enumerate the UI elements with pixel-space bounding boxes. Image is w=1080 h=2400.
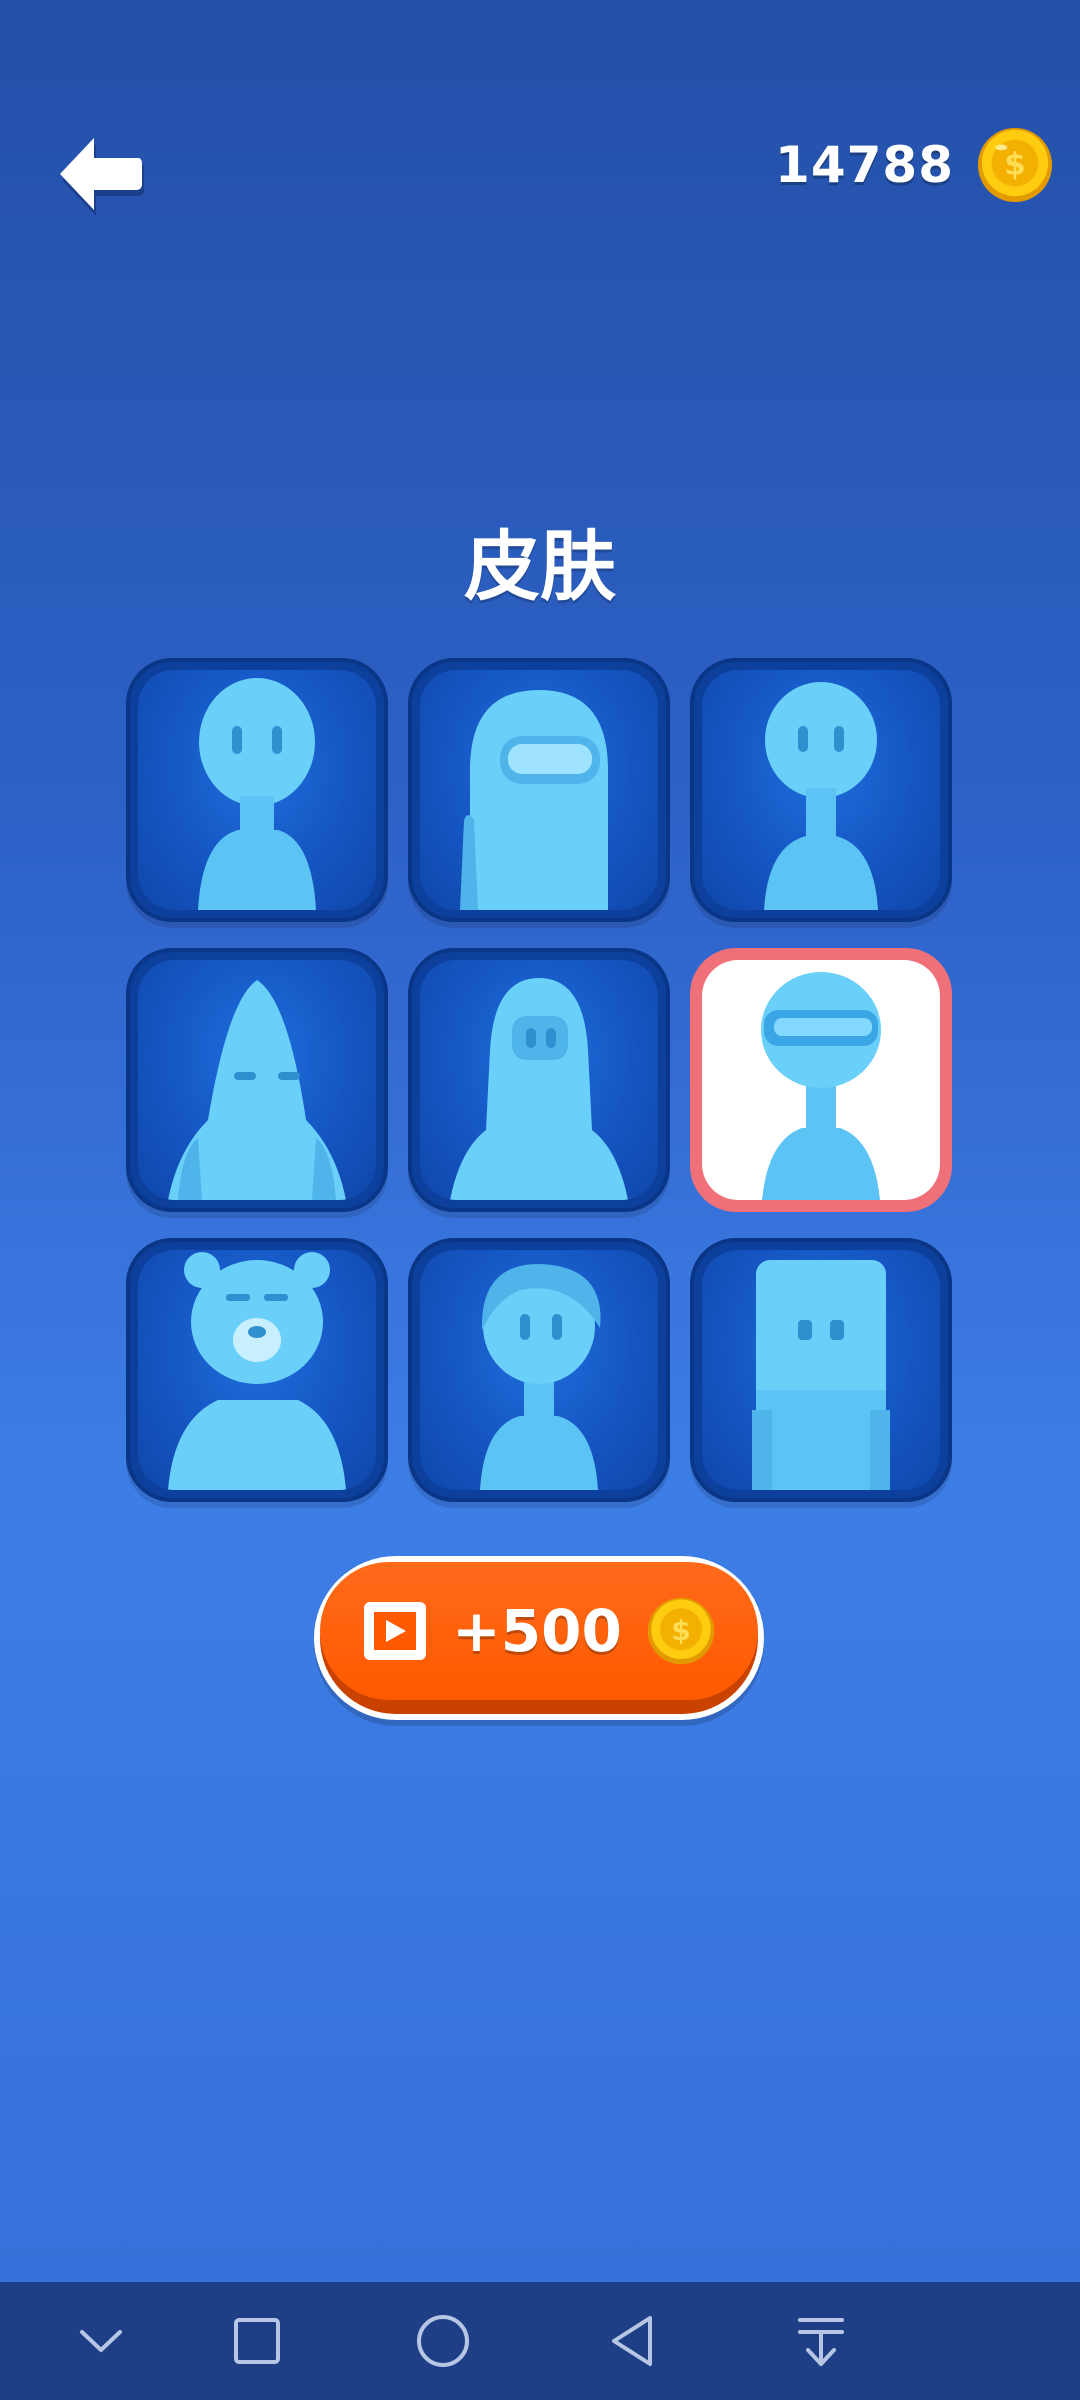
slim-figure-icon <box>764 682 878 910</box>
reward-button-face: +500 $ <box>320 1562 758 1700</box>
coin-amount: 14788 <box>775 136 954 194</box>
nav-download-button[interactable] <box>786 2306 856 2376</box>
coin-icon: $ <box>977 127 1053 203</box>
page-title: 皮肤 <box>464 522 616 611</box>
skin-card-crewmate[interactable] <box>408 658 670 922</box>
svg-text:$: $ <box>671 1614 690 1647</box>
hooded-figure-icon <box>450 978 628 1200</box>
short-hair-figure-icon <box>480 1264 601 1490</box>
back-button[interactable] <box>52 128 152 224</box>
system-nav-bar <box>0 2282 1080 2400</box>
watch-ad-reward-button[interactable]: +500 $ <box>314 1556 764 1720</box>
skin-card-hooded-figure[interactable] <box>408 948 670 1212</box>
triangle-back-icon <box>612 2316 652 2366</box>
circle-icon <box>417 2315 469 2367</box>
skin-card-bear[interactable] <box>126 1238 388 1502</box>
skin-card-bean-figure[interactable] <box>126 658 388 922</box>
nav-home-button[interactable] <box>408 2306 478 2376</box>
skin-card-slim-figure[interactable] <box>690 658 952 922</box>
skin-card-cone-head[interactable] <box>126 948 388 1212</box>
video-ad-icon <box>364 1602 427 1660</box>
skin-grid <box>126 658 956 1502</box>
nav-hide-button[interactable] <box>66 2306 136 2376</box>
block-head-icon <box>752 1260 890 1490</box>
square-icon <box>234 2318 280 2364</box>
download-icon <box>798 2318 844 2366</box>
coin-icon: $ <box>647 1597 715 1665</box>
bear-icon <box>168 1252 346 1490</box>
svg-text:$: $ <box>1004 147 1026 183</box>
bean-figure-icon <box>198 678 316 910</box>
skin-card-visor-robot[interactable] <box>690 948 952 1212</box>
reward-button-body: +500 $ <box>320 1562 758 1714</box>
visor-robot-icon <box>761 972 881 1200</box>
skin-card-short-hair-figure[interactable] <box>408 1238 670 1502</box>
coin-counter: 14788 $ <box>775 126 1054 204</box>
cone-head-icon <box>168 980 346 1200</box>
back-arrow-icon <box>60 138 144 216</box>
crewmate-icon <box>460 690 608 910</box>
skins-screen: 14788 $ 皮肤 +500 $ <box>0 0 1080 2400</box>
chevron-down-icon <box>80 2330 122 2352</box>
reward-amount: +500 <box>452 1597 622 1665</box>
nav-back-button[interactable] <box>598 2306 668 2376</box>
nav-recents-button[interactable] <box>222 2306 292 2376</box>
skin-card-block-head[interactable] <box>690 1238 952 1502</box>
